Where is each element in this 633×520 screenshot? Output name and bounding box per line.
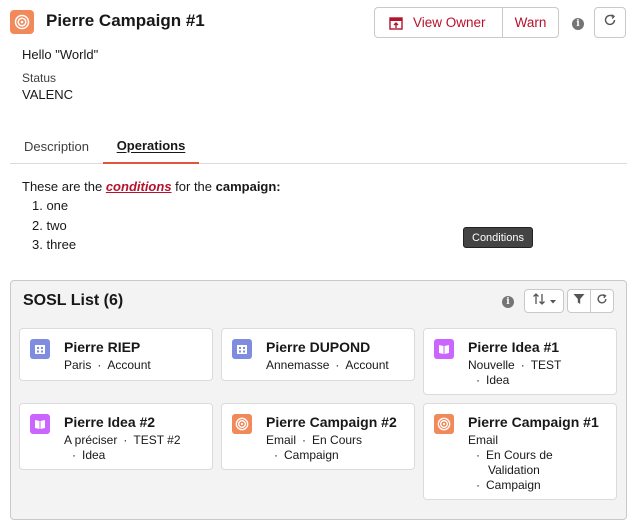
campaign-word: campaign:	[215, 179, 281, 194]
record-tile[interactable]: Pierre RIEP Paris · Account	[19, 328, 213, 381]
intro-middle: for the	[171, 179, 216, 194]
list-item: 3. three	[32, 237, 77, 252]
tile-field: Idea	[486, 373, 510, 387]
campaign-icon	[10, 10, 34, 34]
tile-field: Idea	[82, 448, 106, 462]
list-item: 2. two	[32, 217, 67, 233]
conditions-paragraph: These are the conditions for the campaig…	[22, 179, 281, 194]
tile-field: Validation	[488, 463, 540, 477]
record-tile[interactable]: Pierre Idea #1 Nouvelle · TEST · Idea	[423, 328, 617, 395]
campaign-icon	[232, 414, 252, 434]
hello-text: Hello "World"	[22, 47, 99, 62]
account-icon	[232, 339, 252, 359]
idea-icon	[434, 339, 454, 359]
tile-field: Paris	[64, 358, 92, 372]
tile-title[interactable]: Pierre Campaign #1	[468, 414, 599, 430]
tile-field: Campaign	[284, 448, 339, 462]
tab-description[interactable]: Description	[10, 128, 103, 164]
tile-title[interactable]: Pierre Idea #2	[64, 414, 155, 430]
tile-field: Nouvelle	[468, 358, 515, 372]
tile-meta: Paris · Account	[64, 358, 151, 372]
intro-prefix: These are the	[22, 179, 106, 194]
filter-button[interactable]	[567, 289, 591, 313]
tile-meta: Email · En Cours de Validation · Campaign	[468, 433, 553, 492]
sort-button[interactable]	[524, 289, 564, 313]
tile-field: Account	[107, 358, 151, 372]
page-title: Pierre Campaign #1	[46, 11, 205, 30]
refresh-icon	[603, 13, 617, 32]
refresh-button[interactable]	[594, 7, 626, 38]
campaign-icon	[434, 414, 454, 434]
record-tile[interactable]: Pierre DUPOND Annemasse · Account	[221, 328, 415, 381]
warn-button[interactable]: Warn	[502, 8, 558, 37]
tile-meta: Annemasse · Account	[266, 358, 389, 372]
conditions-tooltip: Conditions	[463, 227, 533, 248]
tile-title[interactable]: Pierre Campaign #2	[266, 414, 397, 430]
tile-field: TEST #2	[133, 433, 181, 447]
tile-field: En Cours de	[486, 448, 553, 462]
conditions-link[interactable]: conditions	[106, 179, 172, 194]
tile-meta: A préciser · TEST #2 · Idea	[64, 433, 181, 462]
info-icon[interactable]: i	[502, 296, 514, 308]
record-tile[interactable]: Pierre Campaign #1 Email · En Cours de Va…	[423, 403, 617, 500]
view-owner-button[interactable]: View Owner	[375, 8, 502, 37]
tile-field: En Cours	[312, 433, 363, 447]
status-value: VALENC	[22, 87, 74, 102]
sosl-list-title: SOSL List (6)	[23, 292, 124, 309]
record-tile[interactable]: Pierre Idea #2 A préciser · TEST #2 · Idea	[19, 403, 213, 470]
tile-meta: Email · En Cours · Campaign	[266, 433, 363, 462]
idea-icon	[30, 414, 50, 434]
account-icon	[30, 339, 50, 359]
tile-meta: Nouvelle · TEST · Idea	[468, 358, 562, 387]
tile-field: Account	[345, 358, 389, 372]
tile-field: Email	[266, 433, 297, 447]
tile-field: Email	[468, 433, 499, 447]
tile-field: A préciser	[64, 433, 118, 447]
status-label: Status	[22, 71, 57, 85]
conditions-list: 1. one 2. two 3. three	[32, 198, 76, 257]
tile-title[interactable]: Pierre Idea #1	[468, 339, 559, 355]
info-icon[interactable]: i	[572, 18, 584, 30]
view-owner-label: View Owner	[413, 15, 486, 30]
tile-field: Campaign	[486, 478, 541, 492]
record-tile[interactable]: Pierre Campaign #2 Email · En Cours · Campa…	[221, 403, 415, 470]
refresh-icon	[596, 292, 608, 310]
open-record-icon	[389, 16, 403, 30]
list-refresh-button[interactable]	[590, 289, 614, 313]
tile-field: Annemasse	[266, 358, 330, 372]
tab-bar: Description Operations	[10, 128, 627, 164]
header-button-group: View Owner Warn	[374, 7, 559, 38]
sosl-list-card: SOSL List (6) i Pierre RIEP Paris · Acco…	[10, 280, 627, 520]
tile-field: TEST	[530, 358, 562, 372]
list-item: 1. one	[32, 198, 69, 213]
filter-icon	[573, 292, 585, 310]
tile-title[interactable]: Pierre RIEP	[64, 339, 140, 355]
tile-title[interactable]: Pierre DUPOND	[266, 339, 370, 355]
tab-operations[interactable]: Operations	[103, 128, 199, 164]
chevron-down-icon	[549, 292, 557, 310]
sort-icon	[532, 292, 546, 310]
